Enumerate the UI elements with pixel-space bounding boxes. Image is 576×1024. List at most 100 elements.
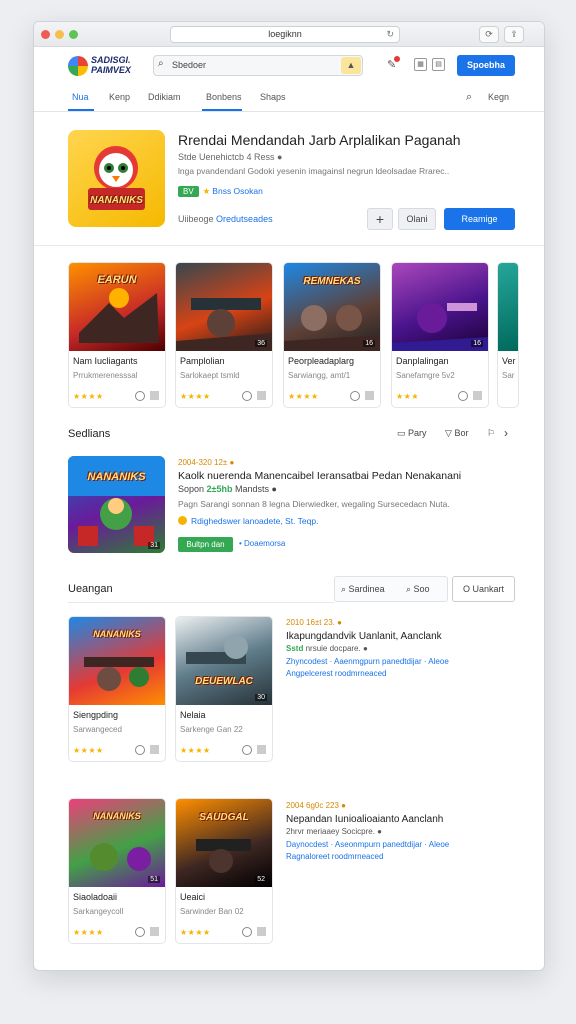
notification-badge [394, 56, 400, 62]
store-logo-icon[interactable] [68, 56, 88, 76]
app-description: lnga pvandendanl Godoki yesenin imagains… [178, 166, 450, 176]
refresh-icon[interactable]: ⟳ [479, 26, 499, 43]
app-card-title: Nelaia [180, 710, 206, 720]
tab-hover-indicator [202, 109, 242, 111]
app-card-partial[interactable]: Ver Sar [497, 262, 519, 408]
coin-icon [178, 516, 187, 525]
minimize-window-button[interactable] [55, 30, 64, 39]
tab-2[interactable]: Ddikiam [148, 92, 181, 102]
apps-icon[interactable]: ▤ [432, 58, 445, 71]
bookmark-icon[interactable] [257, 391, 266, 400]
share-button[interactable]: Olani [398, 208, 436, 230]
logo-line-2: PAIMVEX [91, 65, 131, 75]
app-badge-row: BV ★ Bnss Osokan [178, 186, 263, 197]
app-card[interactable]: NANANIKS Siengpding Sarwangeced ★★★★ [68, 616, 166, 762]
featured-tag[interactable]: • Doaemorsa [239, 539, 285, 548]
bookmark-icon[interactable] [150, 745, 159, 754]
app-card-subtitle: Sarkangeycoll [73, 907, 124, 916]
featured-button[interactable]: Bultpn dan [178, 537, 233, 552]
address-bar[interactable]: loegiknn ↻ [170, 26, 400, 43]
tab-3[interactable]: Bonbens [206, 92, 242, 102]
app-card-title: Nam Iucliagants [73, 356, 138, 366]
tool-1[interactable]: ▭ Pary [397, 428, 435, 438]
app-card[interactable]: NANANIKS 51 Siaoladoaii Sarkangeycoll ★★… [68, 798, 166, 944]
featured-image[interactable]: NANANIKS 31 [68, 456, 165, 553]
close-window-button[interactable] [41, 30, 50, 39]
app-card-subtitle: Sarkenge Gan 22 [180, 725, 243, 734]
grid-icon[interactable]: ▦ [414, 58, 427, 71]
reload-icon[interactable]: ↻ [386, 27, 394, 42]
meta-link[interactable]: Oredutseades [216, 214, 273, 224]
search-icon: ⌕ [158, 58, 164, 69]
section-filter[interactable]: ⌕ Soo [406, 584, 430, 595]
app-meta: Uiibeoge Oredutseades [178, 214, 273, 224]
app-card-image [498, 263, 518, 351]
app-card[interactable]: SAUDGAL 52 Ueaici Sarwinder Ban 02 ★★★★ [175, 798, 273, 944]
tool-2[interactable]: ▽ Bor [445, 428, 476, 438]
app-card[interactable]: REMNEKAS 16 Peorpleadaplarg Sarwiangg, a… [283, 262, 381, 408]
chevron-right-icon[interactable]: › [504, 426, 508, 440]
app-card-subtitle: Sar [502, 371, 515, 380]
bookmark-icon[interactable] [257, 745, 266, 754]
tab-1[interactable]: Kenp [109, 92, 130, 102]
bookmark-icon[interactable] [150, 927, 159, 936]
clock-icon [458, 391, 468, 401]
app-card-subtitle: Sanefamgre 5v2 [396, 371, 455, 380]
app-card[interactable]: 16 Danplalingan Sanefamgre 5v2 ★★★ [391, 262, 489, 408]
install-button[interactable]: Reamige [444, 208, 515, 230]
list-link[interactable]: Angpelcerest roodmrneaced [286, 669, 387, 678]
app-card-image: SAUDGAL 52 [176, 799, 272, 887]
nav-right-link[interactable]: Kegn [488, 92, 509, 102]
nav-search-icon[interactable]: ⌕ [466, 91, 472, 104]
list-link[interactable]: Zhyncodest · Aaenmgpurn panedtdijar · Al… [286, 657, 449, 666]
app-icon-image[interactable]: NANANIKS [68, 130, 165, 227]
bookmark-icon[interactable] [257, 927, 266, 936]
bookmark-icon[interactable] [150, 391, 159, 400]
list-link[interactable]: Ragnaloreet roodmrneaced [286, 852, 383, 861]
app-card-title: Ueaici [180, 892, 206, 902]
sign-in-button[interactable]: Spoebha [457, 55, 515, 76]
store-logo-text[interactable]: SADISGI. PAIMVEX [91, 55, 131, 75]
category-nav: Nua Kenp Ddikiam Bonbens Shaps ⌕ Kegn [34, 88, 544, 112]
share-icon[interactable]: ⇪ [504, 26, 524, 43]
app-card-art-text: REMNEKAS [303, 276, 361, 287]
list-link[interactable]: Daynocdest · Aseonmpurn panedtdijar · Al… [286, 840, 449, 849]
clock-icon [242, 927, 252, 937]
app-card[interactable]: DEUEWLAC 30 Nelaia Sarkenge Gan 22 ★★★★ [175, 616, 273, 762]
star-icon: ★ [202, 186, 211, 196]
featured-link[interactable]: Rdighedswer lanoadete, St. Teqp. [178, 516, 318, 526]
featured-title[interactable]: Kaolk nuerenda Manencaibel Ieransatbai P… [178, 470, 461, 482]
app-card-rating: ★★★★ [180, 746, 211, 755]
badge-text[interactable]: Bnss Osokan [212, 186, 263, 196]
app-card-image: EARUN [69, 263, 165, 351]
app-card-art-text: DEUEWLAC [195, 676, 253, 687]
tab-4[interactable]: Shaps [260, 92, 286, 102]
app-card[interactable]: EARUN Nam Iucliagants Prrukmerenesssal ★… [68, 262, 166, 408]
app-title: Rrendai Mendandah Jarb Arplalikan Pagana… [178, 132, 461, 148]
bookmark-icon[interactable] [365, 391, 374, 400]
featured-app-header: NANANIKS Rrendai Mendandah Jarb Arplalik… [34, 114, 544, 246]
clock-icon [350, 391, 360, 401]
bookmark-icon[interactable] [473, 391, 482, 400]
app-card-subtitle: Prrukmerenesssal [73, 371, 138, 380]
app-card-image: REMNEKAS 16 [284, 263, 380, 351]
search-input[interactable]: Sbedoer [153, 55, 363, 76]
section-action-button[interactable]: O Uankart [452, 576, 515, 602]
app-developer[interactable]: Stde Uenehictcb 4 Ress ● [178, 152, 283, 162]
app-card-rating: ★★★★ [73, 746, 104, 755]
featured-subtitle: Sopon 2±5hb Mandsts ● [178, 484, 277, 494]
address-text: loegiknn [268, 29, 302, 39]
add-to-wishlist-button[interactable]: + [367, 208, 393, 230]
tab-0[interactable]: Nua [72, 92, 89, 102]
section-search[interactable]: ⌕ Sardinea [341, 584, 385, 595]
app-card[interactable]: 36 Pamplolian Sarlokaept tsmld ★★★★ [175, 262, 273, 408]
list-title[interactable]: Ikapungdandvik Uanlanit, Aanclank [286, 631, 442, 642]
maximize-window-button[interactable] [69, 30, 78, 39]
app-card-image: NANANIKS [69, 617, 165, 705]
app-card-image: NANANIKS 51 [69, 799, 165, 887]
voice-search-icon[interactable]: ▲ [341, 57, 361, 74]
featured-description: Pagn Sarangi sonnan 8 legna Dierwiedker,… [178, 499, 450, 509]
app-card-rating: ★★★★ [73, 392, 104, 401]
list-title[interactable]: Nepandan Iunioalioaianto Aanclanh [286, 814, 443, 825]
flag-icon[interactable]: ⚐ [487, 428, 495, 438]
